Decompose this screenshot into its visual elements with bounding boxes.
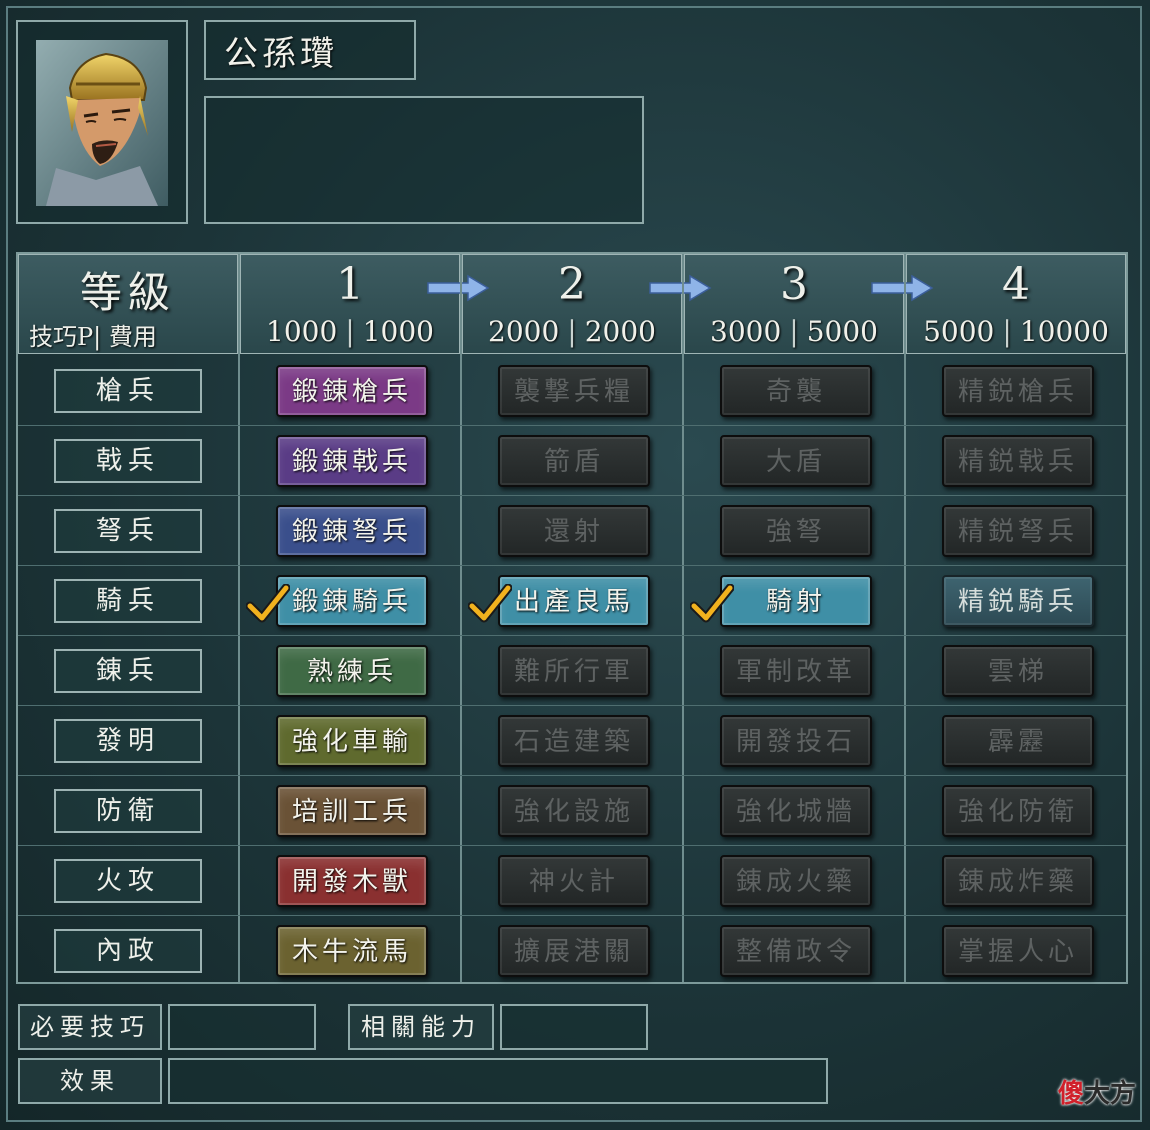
tech-button[interactable]: 強化防衛 [942,785,1094,837]
category-label: 內政 [54,929,202,973]
tech-points: 3000 [710,315,782,348]
tech-button[interactable]: 大盾 [720,435,872,487]
row-divider [18,845,1126,846]
tech-button[interactable]: 還射 [498,505,650,557]
category-label: 防衛 [54,789,202,833]
tech-button[interactable]: 鍛錬戟兵 [276,435,428,487]
row-divider [18,635,1126,636]
arrow-right-icon [649,274,712,302]
column-divider [904,254,906,982]
tech-button[interactable]: 錬成炸藥 [942,855,1094,907]
tech-button[interactable]: 奇襲 [720,365,872,417]
tech-button[interactable]: 強化城牆 [720,785,872,837]
portrait-frame [16,20,188,224]
tech-button[interactable]: 雲梯 [942,645,1094,697]
category-label: 弩兵 [54,509,202,553]
tech-button[interactable]: 霹靂 [942,715,1094,767]
tech-button[interactable]: 出產良馬 [498,575,650,627]
required-tech-value [168,1004,316,1050]
level-number: 4 [1002,259,1030,310]
tech-button[interactable]: 精鋭槍兵 [942,365,1094,417]
tech-button[interactable]: 開發木獸 [276,855,428,907]
tech-points: 2000 [488,315,560,348]
tech-button[interactable]: 掌握人心 [942,925,1094,977]
header-level-4: 4 5000 | 10000 [906,254,1126,354]
tech-button[interactable]: 精鋭戟兵 [942,435,1094,487]
level-title: 等級 [79,268,176,317]
tech-button[interactable]: 錬成火藥 [720,855,872,907]
tech-button[interactable]: 強弩 [720,505,872,557]
category-label: 火攻 [54,859,202,903]
arrow-right-icon [871,274,934,302]
effect-value [168,1058,828,1104]
tech-button[interactable]: 神火計 [498,855,650,907]
checkmark-icon [690,584,734,623]
tech-points: 1000 [266,315,338,348]
header-level-1: 1 1000 | 1000 [240,254,460,354]
tech-button[interactable]: 強化車輸 [276,715,428,767]
category-label: 槍兵 [54,369,202,413]
row-divider [18,915,1126,916]
checkmark-icon [246,584,290,623]
tech-button[interactable]: 精鋭騎兵 [942,575,1094,627]
related-ability-label: 相關能力 [348,1004,494,1050]
tech-button[interactable]: 擴展港關 [498,925,650,977]
row-divider [18,565,1126,566]
header-level-3: 3 3000 | 5000 [684,254,904,354]
gold-cost: 1000 [362,315,434,348]
row-divider [18,495,1126,496]
row-divider [18,425,1126,426]
tech-button[interactable]: 難所行軍 [498,645,650,697]
tech-button[interactable]: 精鋭弩兵 [942,505,1094,557]
category-label: 發明 [54,719,202,763]
category-label: 騎兵 [54,579,202,623]
tech-button[interactable]: 熟練兵 [276,645,428,697]
column-divider [238,254,240,982]
gold-cost: 2000 [584,315,656,348]
tech-button[interactable]: 整備政令 [720,925,872,977]
tech-button[interactable]: 軍制改革 [720,645,872,697]
header-level-2: 2 2000 | 2000 [462,254,682,354]
column-divider [460,254,462,982]
tech-button[interactable]: 強化設施 [498,785,650,837]
tech-button[interactable]: 木牛流馬 [276,925,428,977]
row-divider [18,705,1126,706]
header-level-title: 等級 技巧P| 費用 [18,254,238,354]
gold-cost: 10000 [1019,315,1109,348]
row-divider [18,775,1126,776]
character-name: 公孫瓚 [204,20,416,80]
watermark: 傻大方 [1057,1079,1136,1109]
effect-label: 效果 [18,1058,162,1104]
tech-button[interactable]: 箭盾 [498,435,650,487]
tech-points: 5000 [923,315,995,348]
general-portrait [36,40,168,206]
category-label: 戟兵 [54,439,202,483]
related-ability-value [500,1004,648,1050]
tech-cost-subtitle: 技巧P| 費用 [29,323,157,351]
tech-button[interactable]: 開發投石 [720,715,872,767]
gold-cost: 5000 [806,315,878,348]
description-panel [204,96,644,224]
column-divider [682,254,684,982]
checkmark-icon [468,584,512,623]
tech-button[interactable]: 石造建築 [498,715,650,767]
tech-button[interactable]: 鍛錬槍兵 [276,365,428,417]
tech-button[interactable]: 培訓工兵 [276,785,428,837]
tech-button[interactable]: 鍛錬騎兵 [276,575,428,627]
tech-button[interactable]: 襲撃兵糧 [498,365,650,417]
category-label: 錬兵 [54,649,202,693]
arrow-right-icon [427,274,490,302]
required-tech-label: 必要技巧 [18,1004,162,1050]
tech-button[interactable]: 騎射 [720,575,872,627]
tech-button[interactable]: 鍛錬弩兵 [276,505,428,557]
